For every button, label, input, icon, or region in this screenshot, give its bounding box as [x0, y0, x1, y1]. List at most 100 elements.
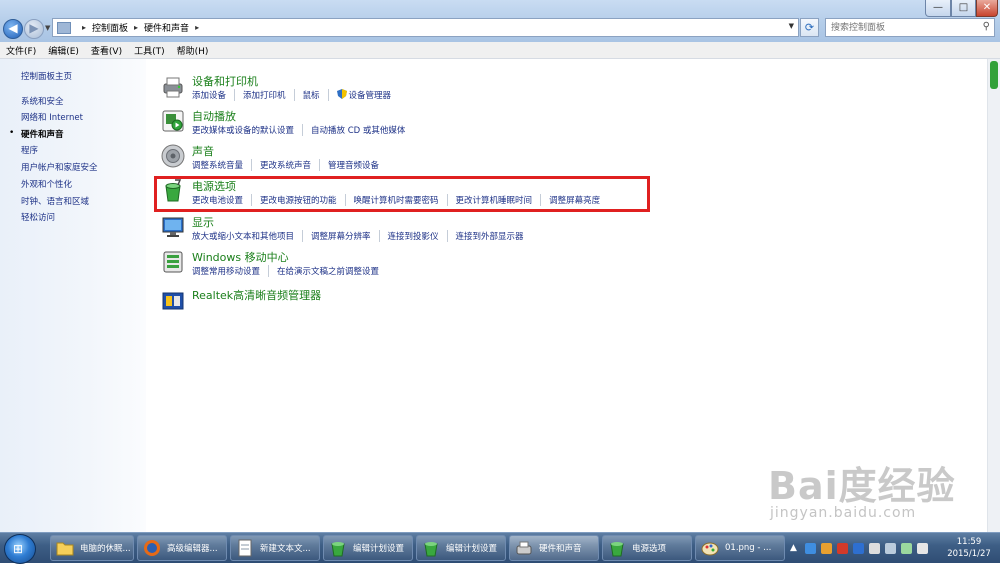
taskbar-item[interactable]: 01.png - ... — [695, 535, 785, 561]
show-hidden-icons-icon[interactable]: ▲ — [790, 543, 797, 553]
back-button[interactable]: ◀ — [3, 19, 23, 39]
link-mouse[interactable]: 鼠标 — [303, 89, 329, 101]
sidebar: 控制面板主页 系统和安全 网络和 Internet • 硬件和声音 程序 用户帐… — [0, 59, 146, 532]
speaker-icon[interactable] — [160, 143, 186, 169]
taskbar-clock[interactable]: 11:59 2015/1/27 — [938, 536, 1000, 560]
taskbar-item-label: 硬件和声音 — [539, 544, 582, 554]
watermark-url: jingyan.baidu.com — [770, 505, 917, 521]
taskbar-item-label: 新建文本文... — [260, 544, 311, 554]
sidebar-item-ease-of-access[interactable]: 轻松访问 — [21, 211, 55, 223]
defender-icon[interactable] — [852, 542, 864, 554]
menu-view[interactable]: 查看(V) — [85, 44, 128, 57]
link-manage-audio-devices[interactable]: 管理音频设备 — [328, 159, 387, 171]
link-screen-resolution[interactable]: 调整屏幕分辨率 — [311, 230, 380, 242]
forward-button[interactable]: ▶ — [24, 19, 44, 39]
sidebar-item-network-internet[interactable]: 网络和 Internet — [21, 111, 83, 123]
menu-edit[interactable]: 编辑(E) — [42, 44, 85, 57]
link-add-printer[interactable]: 添加打印机 — [243, 89, 295, 101]
link-device-manager[interactable]: 设备管理器 — [336, 89, 400, 101]
minimize-button[interactable]: — — [925, 0, 951, 17]
sidebar-item-system-security[interactable]: 系统和安全 — [21, 95, 64, 107]
taskbar-item[interactable]: 高级编辑器... — [137, 535, 227, 561]
taskbar-item[interactable]: 新建文本文... — [230, 535, 320, 561]
link-change-sounds[interactable]: 更改系统声音 — [260, 159, 321, 171]
taskbar-item-label: 电源选项 — [632, 544, 667, 554]
folder-icon — [56, 542, 74, 556]
link-text-size[interactable]: 放大或缩小文本和其他项目 — [192, 230, 304, 242]
title-bar: — □ ✕ ◀ ▶ ▼ ▸ 控制面板 ▸ 硬件和声音 ▸ ▼ ⟳ ⚲ — [0, 0, 1000, 42]
address-bar[interactable]: ▸ 控制面板 ▸ 硬件和声音 ▸ ▼ — [52, 18, 799, 37]
link-autoplay-cd[interactable]: 自动播放 CD 或其他媒体 — [311, 124, 413, 136]
menu-file[interactable]: 文件(F) — [0, 44, 42, 57]
menu-help[interactable]: 帮助(H) — [171, 44, 215, 57]
control-panel-icon — [57, 21, 71, 34]
link-connect-external-display[interactable]: 连接到外部显示器 — [456, 230, 532, 242]
category-title[interactable]: 显示 — [192, 214, 214, 230]
taskbar-item-label: 电脑的休眠... — [80, 544, 131, 554]
app-tray-icon[interactable] — [820, 542, 832, 554]
link-adjust-volume[interactable]: 调整系统音量 — [192, 159, 253, 171]
search-input[interactable] — [829, 19, 978, 37]
taskbar-item-label: 高级编辑器... — [167, 544, 218, 554]
sidebar-item-clock-language-region[interactable]: 时钟、语言和区域 — [21, 195, 89, 207]
taskbar-item-label: 编辑计划设置 — [446, 544, 498, 554]
search-icon[interactable]: ⚲ — [983, 21, 990, 32]
recent-pages-dropdown[interactable]: ▼ — [45, 24, 50, 32]
category-title[interactable]: Realtek高清晰音频管理器 — [192, 287, 321, 303]
keyboard-icon[interactable] — [868, 542, 880, 554]
link-device-manager-label: 设备管理器 — [348, 91, 392, 101]
taskbar-item-label: 编辑计划设置 — [353, 544, 405, 554]
category-title[interactable]: 设备和打印机 — [192, 73, 258, 89]
power-options-icon — [331, 542, 345, 557]
display-icon[interactable] — [160, 214, 186, 240]
scrollbar-thumb[interactable] — [990, 61, 998, 89]
autoplay-icon[interactable] — [160, 108, 186, 134]
vertical-scrollbar[interactable] — [987, 59, 1000, 532]
taskbar-item[interactable]: 编辑计划设置 — [416, 535, 506, 561]
search-box[interactable]: ⚲ — [825, 18, 995, 37]
shield-icon[interactable] — [804, 542, 816, 554]
baidu-watermark: Bai度经验 jingyan.baidu.com — [760, 455, 960, 530]
taskbar-item-active[interactable]: 硬件和声音 — [509, 535, 599, 561]
category-title[interactable]: Windows 移动中心 — [192, 249, 289, 265]
battery-icon[interactable] — [900, 542, 912, 554]
network-icon[interactable] — [884, 542, 896, 554]
maximize-button[interactable]: □ — [951, 0, 976, 17]
sidebar-item-programs[interactable]: 程序 — [21, 144, 38, 156]
sidebar-item-user-accounts[interactable]: 用户帐户和家庭安全 — [21, 161, 98, 173]
sidebar-item-appearance[interactable]: 外观和个性化 — [21, 178, 72, 190]
link-connect-projector[interactable]: 连接到投影仪 — [388, 230, 448, 242]
breadcrumb-separator: ▸ — [134, 23, 139, 32]
category-title[interactable]: 声音 — [192, 143, 214, 159]
sidebar-home-link[interactable]: 控制面板主页 — [21, 70, 72, 82]
taskbar-item[interactable]: 编辑计划设置 — [323, 535, 413, 561]
taskbar: ⊞ 电脑的休眠... 高级编辑器... 新建文本文... 编辑计划设置 编辑计划… — [0, 532, 1000, 564]
mobility-center-icon[interactable] — [160, 249, 186, 275]
link-presentation-settings[interactable]: 在给演示文稿之前调整设置 — [277, 265, 387, 277]
refresh-icon: ⟳ — [804, 21, 815, 34]
chevron-down-icon[interactable]: ▼ — [789, 22, 794, 30]
category-title[interactable]: 自动播放 — [192, 108, 236, 124]
link-add-device[interactable]: 添加设备 — [192, 89, 236, 101]
clock-time: 11:59 — [956, 537, 982, 547]
taskbar-item[interactable]: 电源选项 — [602, 535, 692, 561]
link-adjust-mobility-settings[interactable]: 调整常用移动设置 — [192, 265, 270, 277]
printer-icon[interactable] — [160, 73, 186, 99]
sidebar-item-hardware-sound[interactable]: 硬件和声音 — [21, 128, 64, 140]
link-change-media-defaults[interactable]: 更改媒体或设备的默认设置 — [192, 124, 304, 136]
refresh-button[interactable]: ⟳ — [800, 18, 819, 37]
close-button[interactable]: ✕ — [976, 0, 998, 17]
power-options-icon — [424, 542, 438, 557]
firefox-icon — [144, 540, 160, 556]
arrow-right-icon: ▶ — [29, 21, 39, 35]
breadcrumb-hardware-sound[interactable]: 硬件和声音 — [144, 21, 189, 34]
taskbar-item[interactable]: 电脑的休眠... — [50, 535, 134, 561]
security-tray-icon[interactable] — [836, 542, 848, 554]
realtek-icon[interactable] — [160, 287, 186, 313]
start-button[interactable]: ⊞ — [4, 534, 36, 564]
highlight-box — [154, 176, 650, 212]
breadcrumb-control-panel[interactable]: 控制面板 — [92, 21, 128, 34]
volume-icon[interactable] — [916, 542, 928, 554]
menu-tools[interactable]: 工具(T) — [128, 44, 171, 57]
breadcrumb-separator: ▸ — [82, 23, 87, 32]
